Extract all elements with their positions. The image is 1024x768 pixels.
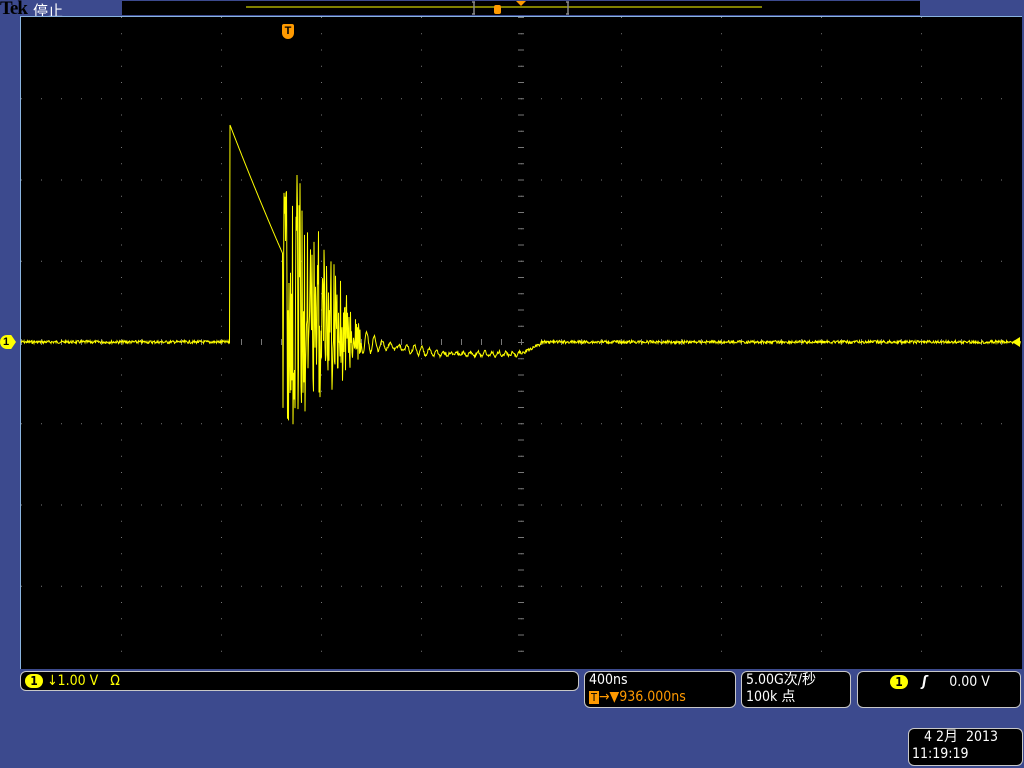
trigger-level-marker-icon[interactable] [1012,337,1020,347]
channel1-badge: 1 [25,674,43,688]
channel1-ground-marker[interactable]: 1 [0,335,16,349]
trigger-icon: T [589,691,599,704]
trigger-readout[interactable]: 1 ʃ 0.00 V [857,671,1021,708]
record-length: 100k 点 [746,689,796,705]
waveform-display[interactable] [20,16,1022,669]
sample-rate: 5.00G次/秒 [746,672,817,688]
horizontal-readout[interactable]: 400ns T →▼936.000ns [584,671,736,708]
channel1-scale: ↓1.00 V [47,673,99,689]
acquisition-readout[interactable]: 5.00G次/秒 100k 点 [741,671,851,708]
date-time-readout[interactable]: 4 2月 2013 11:19:19 [908,728,1023,766]
record-view-graphic [246,1,762,15]
graticule [20,17,1021,652]
horizontal-position: →▼936.000ns [599,689,686,705]
termination-icon: Ω [110,673,120,689]
trigger-level: 0.00 V [949,674,990,690]
trigger-position-icon [494,5,501,14]
expansion-point-icon [516,1,526,6]
time-per-div: 400ns [589,672,628,688]
trigger-position-marker[interactable]: T [282,24,294,39]
date: 4 2月 2013 [924,729,999,745]
channel1-readout[interactable]: 1 ↓1.00 V Ω [20,671,579,691]
trigger-source-badge: 1 [890,675,908,689]
rising-edge-icon: ʃ [922,674,928,690]
channel1-waveform [20,124,1021,425]
record-view-bar[interactable] [122,1,920,15]
time: 11:19:19 [912,746,969,762]
